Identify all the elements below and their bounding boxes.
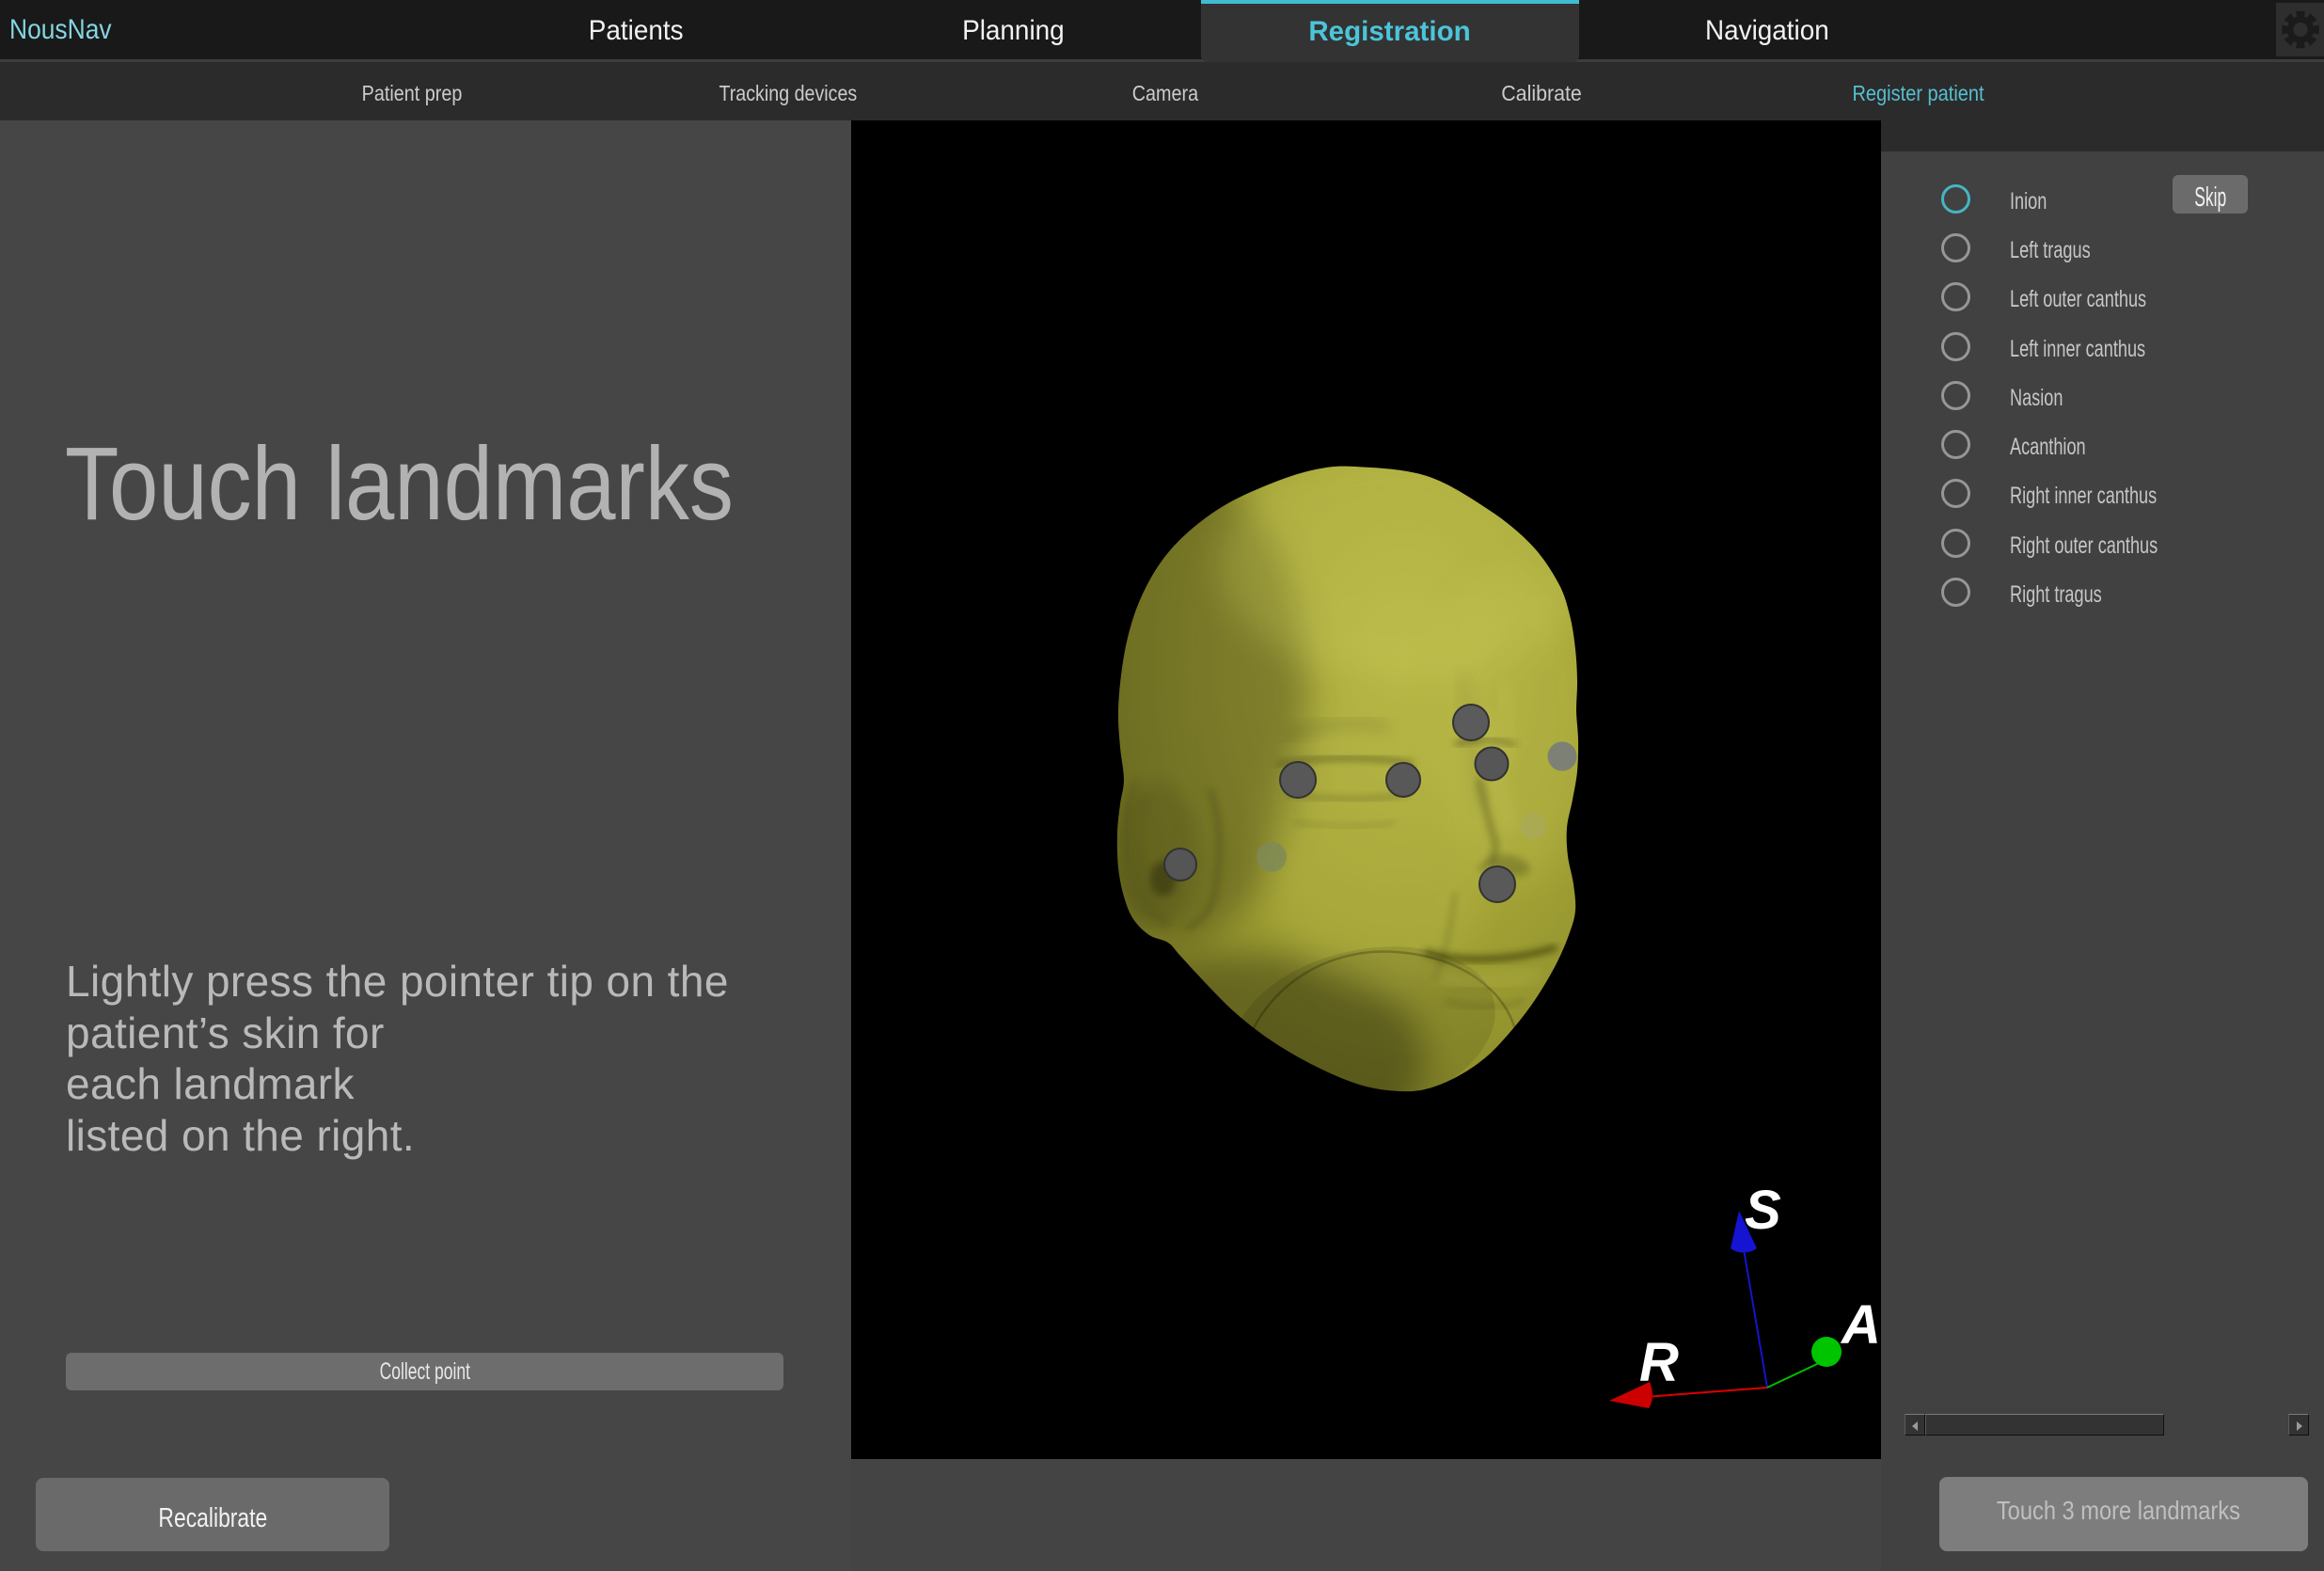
svg-text:S: S bbox=[1745, 1180, 1781, 1241]
svg-text:A: A bbox=[1840, 1294, 1881, 1356]
svg-text:R: R bbox=[1639, 1332, 1679, 1393]
